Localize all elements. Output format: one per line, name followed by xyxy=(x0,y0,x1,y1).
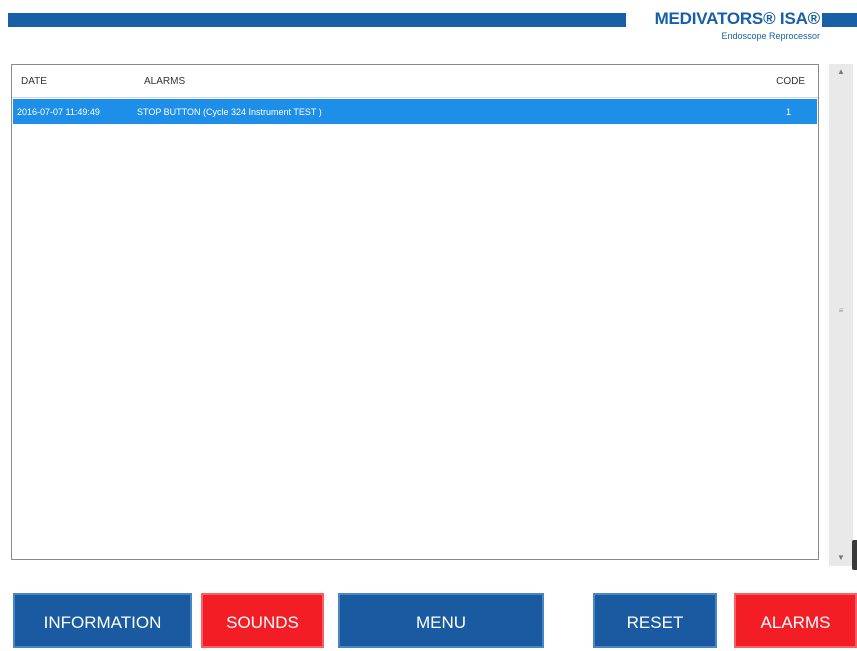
table-row[interactable]: 2016-07-07 11:49:49 STOP BUTTON (Cycle 3… xyxy=(13,99,817,124)
brand-name: MEDIVATORS® ISA® xyxy=(654,9,821,28)
sounds-button[interactable]: SOUNDS xyxy=(201,593,324,648)
scroll-down-arrow-icon[interactable]: ▼ xyxy=(829,550,853,566)
information-button[interactable]: INFORMATION xyxy=(13,593,192,648)
table-header: DATE ALARMS CODE xyxy=(12,65,818,98)
column-header-alarms: ALARMS xyxy=(144,76,186,87)
column-header-date: DATE xyxy=(21,76,47,87)
isa-alarms-screen: MEDIVATORS® ISA® Endoscope Reprocessor D… xyxy=(0,0,857,651)
brand-logo: MEDIVATORS® ISA® Endoscope Reprocessor xyxy=(630,9,821,53)
menu-button[interactable]: MENU xyxy=(338,593,544,648)
row-alarm: STOP BUTTON (Cycle 324 Instrument TEST ) xyxy=(137,107,322,117)
header-bar-right xyxy=(822,13,857,27)
reset-button[interactable]: RESET xyxy=(593,593,717,648)
edge-handle[interactable] xyxy=(852,540,857,570)
scroll-up-arrow-icon[interactable]: ▲ xyxy=(829,64,853,80)
scroll-grip-icon[interactable]: ≡ xyxy=(829,303,853,319)
header-bar-left xyxy=(8,13,626,27)
alarms-button[interactable]: ALARMS xyxy=(734,593,857,648)
alarm-table: DATE ALARMS CODE 2016-07-07 11:49:49 STO… xyxy=(11,64,819,560)
brand-subtitle: Endoscope Reprocessor xyxy=(721,31,820,41)
row-date: 2016-07-07 11:49:49 xyxy=(17,107,100,117)
row-code: 1 xyxy=(785,107,791,117)
column-header-code: CODE xyxy=(776,76,805,87)
vertical-scrollbar[interactable]: ▲ ≡ ▼ xyxy=(829,64,853,566)
